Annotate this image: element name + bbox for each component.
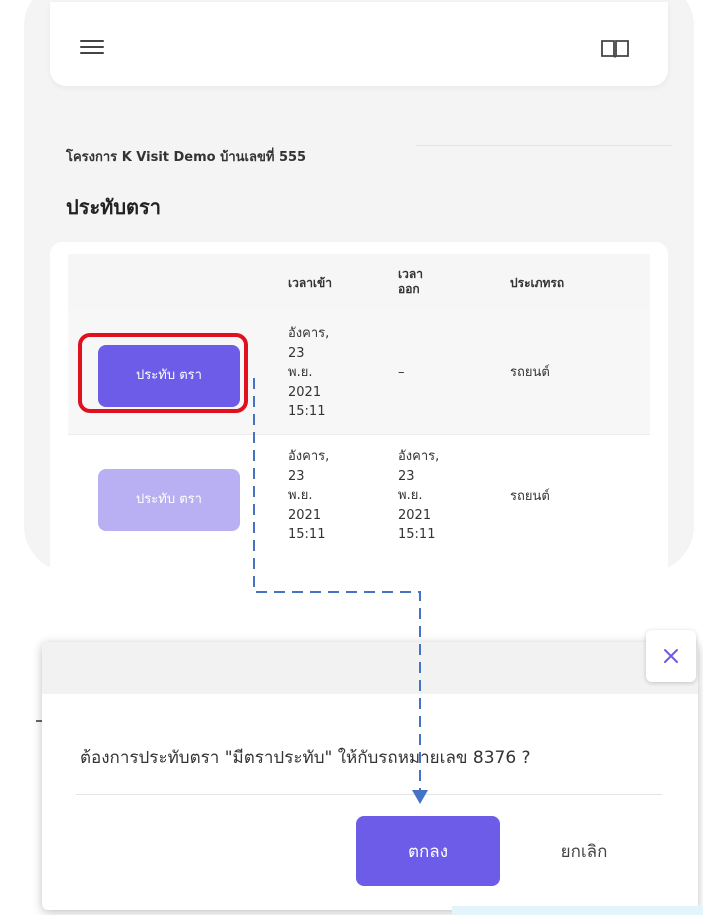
- app-screen: โครงการ K Visit Demo บ้านเลขที่ 555 ประท…: [24, 0, 694, 572]
- stamp-button-disabled[interactable]: ประทับ ตรา: [98, 469, 240, 531]
- page-title: ประทับตรา: [66, 195, 162, 219]
- project-title: โครงการ K Visit Demo บ้านเลขที่ 555: [66, 150, 307, 165]
- vehicle-type-cell: รถยนต์: [510, 365, 550, 380]
- open-book-icon[interactable]: [600, 38, 630, 58]
- confirm-dialog: ต้องการประทับตรา "มีตราประทับ" ให้กับรถห…: [42, 642, 698, 910]
- table-row: ประทับ ตรา อังคาร, 23 พ.ย. 2021 15:11 – รถยน…: [68, 310, 650, 434]
- dialog-message: ต้องการประทับตรา "มีตราประทับ" ให้กับรถห…: [80, 748, 531, 768]
- time-out-cell: อังคาร, 23 พ.ย. 2021 15:11: [398, 449, 440, 542]
- time-out-cell: –: [398, 365, 405, 380]
- time-in-cell: อังคาร, 23 พ.ย. 2021 15:11: [288, 449, 330, 542]
- top-bar: [50, 2, 668, 86]
- background-strip: [452, 906, 703, 915]
- confirm-button[interactable]: ตกลง: [356, 816, 500, 886]
- dialog-divider: [76, 794, 662, 795]
- table-header: เวลาเข้า เวลา ออก ประเภทรถ: [68, 254, 650, 310]
- divider: [416, 145, 672, 146]
- cancel-button[interactable]: ยกเลิก: [534, 816, 634, 886]
- column-header-time-out: เวลา ออก: [398, 267, 423, 296]
- stamp-button[interactable]: ประทับ ตรา: [98, 345, 240, 407]
- hamburger-menu-icon[interactable]: [80, 40, 104, 54]
- dialog-header: [42, 642, 698, 694]
- vehicle-table: เวลาเข้า เวลา ออก ประเภทรถ ประทับ ตรา อั…: [50, 242, 668, 572]
- column-header-time-in: เวลาเข้า: [288, 276, 332, 290]
- vehicle-type-cell: รถยนต์: [510, 489, 550, 504]
- close-icon[interactable]: [646, 630, 696, 682]
- column-header-vehicle-type: ประเภทรถ: [510, 276, 565, 290]
- table-row: ประทับ ตรา อังคาร, 23 พ.ย. 2021 15:11 อังคาร…: [68, 434, 650, 561]
- time-in-cell: อังคาร, 23 พ.ย. 2021 15:11: [288, 326, 330, 419]
